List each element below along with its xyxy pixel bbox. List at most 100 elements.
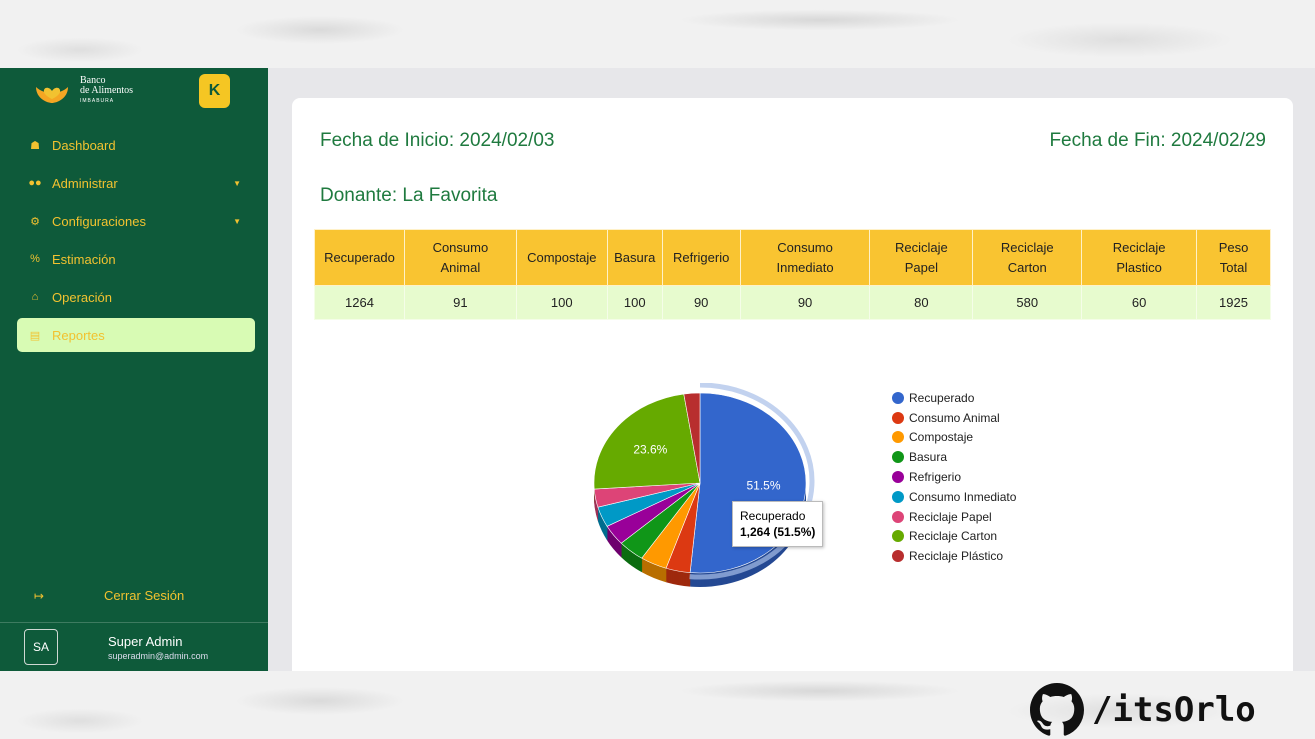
logout-icon: ↦ (34, 588, 45, 603)
legend-label: Basura (909, 450, 948, 465)
sidebar-nav: ☗ Dashboard ●● Administrar ▼ ⚙ Configura… (17, 128, 255, 356)
warehouse-icon: ⌂ (31, 291, 39, 303)
tooltip-value: 1,264 (51.5%) (740, 525, 816, 539)
table-cell: 100 (515, 285, 608, 320)
table-header-row: Recuperado Consumo Animal Compostaje Basu… (314, 229, 1271, 286)
user-name: Super Admin (108, 633, 183, 649)
legend-label: Reciclaje Plástico (909, 549, 1004, 564)
brand-line2: de Alimentos (80, 85, 134, 96)
sidebar-item-configuraciones[interactable]: ⚙ Configuraciones ▼ (17, 204, 255, 238)
legend-label: Recuperado (909, 390, 975, 405)
legend-item[interactable]: Basura (892, 447, 1016, 467)
collapse-sidebar-button[interactable]: K (199, 74, 230, 108)
brand-logo: Banco de Alimentos IMBABURA (32, 76, 133, 106)
legend-label: Reciclaje Papel (909, 509, 992, 524)
user-email: superadmin@admin.com (108, 650, 209, 661)
legend-swatch (892, 510, 904, 523)
legend-swatch (892, 471, 904, 484)
legend-label: Refrigerio (909, 470, 962, 485)
github-watermark: /itsOrlo (1030, 683, 1256, 737)
donor-name: Donante: La Favorita (320, 185, 498, 206)
column-header: Basura (606, 229, 663, 286)
table-cell: 91 (403, 285, 517, 320)
start-date: Fecha de Inicio: 2024/02/03 (320, 130, 555, 151)
avatar[interactable]: SA (24, 629, 58, 665)
app-window: Banco de Alimentos IMBABURA K ☗ Dashboar… (0, 68, 1315, 671)
column-header: Consumo Inmediato (739, 229, 871, 286)
table-cell: 90 (661, 285, 741, 320)
column-header: Refrigerio (661, 229, 741, 286)
legend-label: Compostaje (909, 430, 974, 445)
main-content: Fecha de Inicio: 2024/02/03 Fecha de Fin… (268, 68, 1315, 671)
legend-swatch (892, 451, 904, 464)
legend-item[interactable]: Reciclaje Papel (892, 507, 1016, 527)
gear-icon: ⚙ (30, 215, 40, 228)
column-header: Reciclaje Plastico (1081, 229, 1198, 286)
column-header: Consumo Animal (403, 229, 517, 286)
legend-item[interactable]: Reciclaje Carton (892, 527, 1016, 547)
report-table: Recuperado Consumo Animal Compostaje Basu… (314, 229, 1271, 320)
column-header: Reciclaje Carton (972, 229, 1083, 286)
table-cell: 1264 (314, 285, 405, 320)
chart-tooltip: Recuperado 1,264 (51.5%) (732, 501, 824, 547)
legend-swatch (892, 490, 904, 503)
table-cell: 80 (869, 285, 974, 320)
legend-item[interactable]: Reciclaje Plástico (892, 546, 1016, 566)
sidebar-item-estimacion[interactable]: % Estimación (17, 242, 255, 276)
report-card: Fecha de Inicio: 2024/02/03 Fecha de Fin… (292, 98, 1293, 671)
document-icon: ▤ (29, 329, 41, 342)
legend-item[interactable]: Refrigerio (892, 467, 1016, 487)
legend-swatch (892, 550, 904, 563)
legend-item[interactable]: Consumo Inmediato (892, 487, 1016, 507)
sidebar: Banco de Alimentos IMBABURA K ☗ Dashboar… (0, 68, 268, 671)
background-top (0, 0, 1315, 68)
sidebar-item-dashboard[interactable]: ☗ Dashboard (17, 128, 255, 162)
table-row: 1264 91 100 100 90 90 80 580 60 1925 (314, 285, 1271, 320)
tooltip-name: Recuperado (740, 509, 806, 523)
logout-label: Cerrar Sesión (104, 588, 185, 603)
legend-swatch (892, 391, 904, 404)
column-header: Peso Total (1196, 229, 1271, 286)
chevron-down-icon: ▼ (233, 178, 241, 188)
brand-line3: IMBABURA (80, 98, 115, 104)
column-header: Recuperado (314, 229, 405, 286)
table-cell: 580 (972, 285, 1083, 320)
legend-label: Reciclaje Carton (909, 529, 998, 544)
legend-swatch (892, 411, 904, 424)
sidebar-item-label: Operación (52, 289, 112, 305)
sidebar-item-reportes[interactable]: ▤ Reportes (17, 318, 255, 352)
legend-item[interactable]: Recuperado (892, 388, 1016, 408)
column-header: Reciclaje Papel (869, 229, 974, 286)
chart-legend: Recuperado Consumo Animal Compostaje Basura… (892, 388, 1016, 566)
legend-swatch (892, 431, 904, 444)
table-cell: 100 (606, 285, 663, 320)
table-cell: 60 (1081, 285, 1198, 320)
sidebar-item-label: Reportes (52, 327, 105, 343)
sidebar-item-label: Administrar (52, 175, 118, 191)
column-header: Compostaje (515, 229, 608, 286)
sidebar-item-label: Configuraciones (52, 213, 146, 229)
user-panel: SA Super Admin superadmin@admin.com (0, 622, 268, 671)
pie-slice-label: 51.5% (747, 479, 781, 493)
legend-label: Consumo Animal (909, 410, 1000, 425)
table-cell: 90 (739, 285, 871, 320)
sidebar-item-operacion[interactable]: ⌂ Operación (17, 280, 255, 314)
watermark-text: /itsOrlo (1092, 690, 1256, 730)
legend-swatch (892, 530, 904, 543)
sidebar-item-label: Estimación (52, 251, 116, 267)
home-icon: ☗ (30, 139, 40, 152)
end-date: Fecha de Fin: 2024/02/29 (1049, 130, 1266, 151)
hands-heart-icon (36, 87, 68, 103)
table-cell: 1925 (1196, 285, 1271, 320)
users-icon: ●● (28, 177, 42, 189)
chevron-down-icon: ▼ (233, 216, 241, 226)
sidebar-item-administrar[interactable]: ●● Administrar ▼ (17, 166, 255, 200)
github-icon (1030, 683, 1084, 736)
sidebar-item-label: Dashboard (52, 137, 116, 153)
legend-item[interactable]: Consumo Animal (892, 408, 1016, 428)
legend-item[interactable]: Compostaje (892, 428, 1016, 448)
legend-label: Consumo Inmediato (909, 489, 1017, 504)
percent-icon: % (30, 253, 40, 265)
logout-button[interactable]: ↦ Cerrar Sesión (34, 588, 234, 603)
pie-slice-label: 23.6% (633, 442, 667, 456)
